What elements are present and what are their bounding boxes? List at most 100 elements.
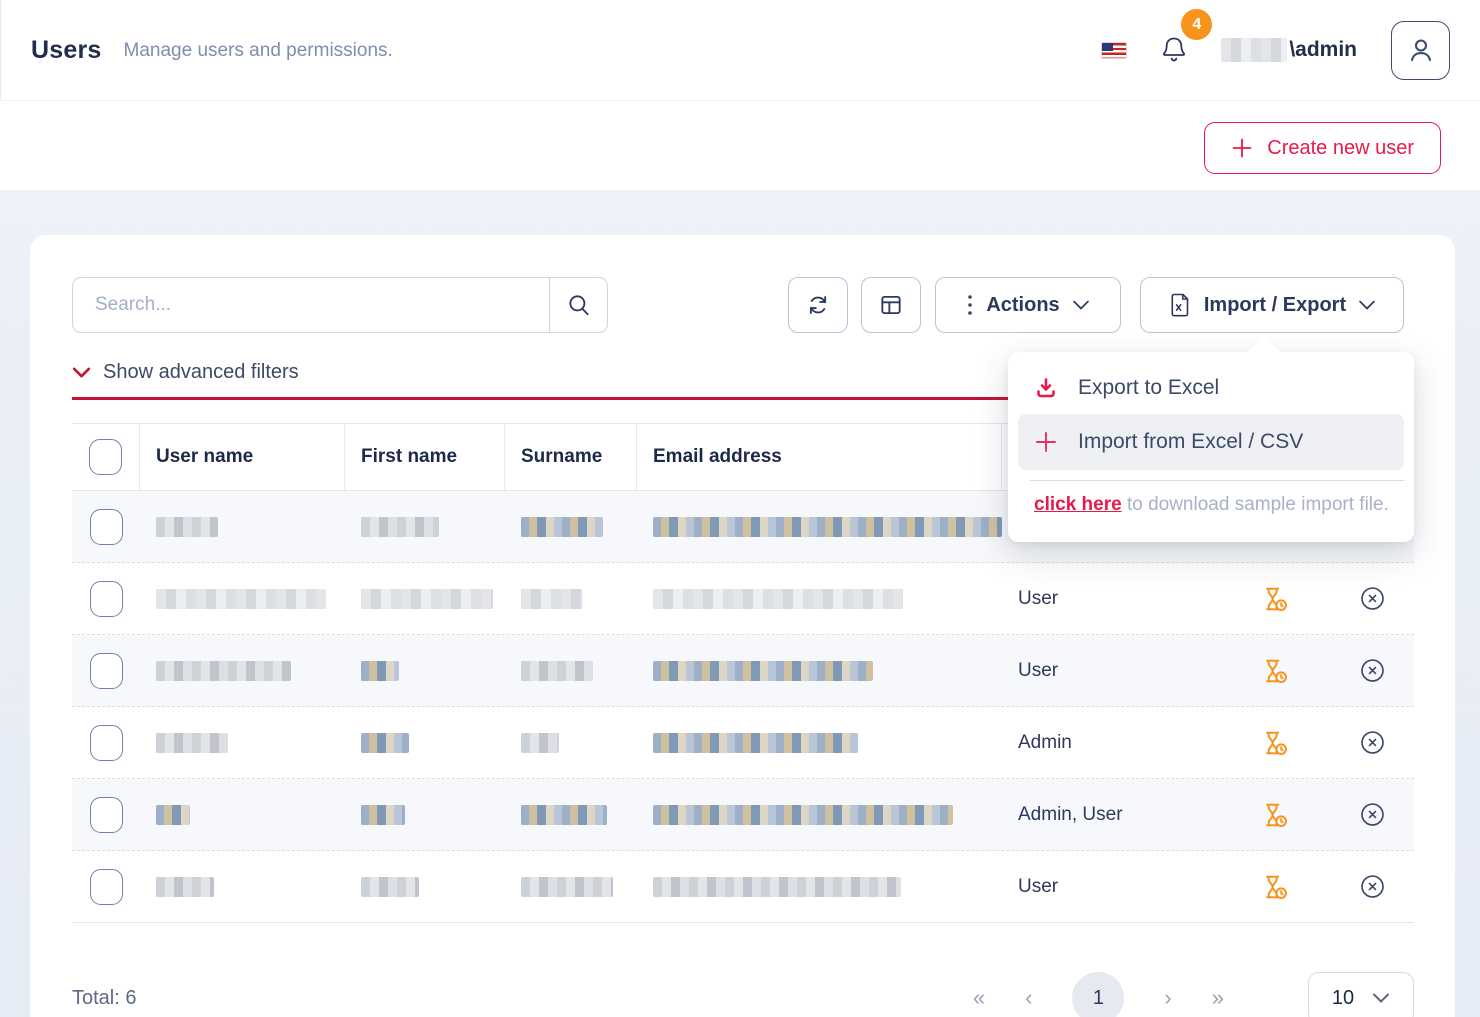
language-flag-icon[interactable] [1101,42,1127,59]
delete-circle-x-icon[interactable] [1359,873,1386,900]
expiry-hourglass-icon[interactable] [1261,801,1289,829]
table-row[interactable]: User [72,563,1414,635]
expiry-hourglass-icon[interactable] [1261,873,1289,901]
create-new-user-button[interactable]: Create new user [1204,122,1441,174]
redacted-surname [521,733,559,753]
redacted-surname [521,589,583,609]
role-value: User [1018,876,1058,898]
redacted-surname [521,517,603,537]
plus-icon [1231,137,1253,159]
row-checkbox[interactable] [90,509,123,545]
import-from-excel-menu-item[interactable]: Import from Excel / CSV [1018,414,1404,470]
username-text: \admin [1289,38,1357,62]
table-row[interactable]: User [72,851,1414,923]
columns-icon [878,292,904,318]
search-button[interactable] [549,278,607,332]
redacted-email [653,517,1002,537]
page-subtitle: Manage users and permissions. [124,40,393,62]
redacted-username [156,805,190,825]
notification-count-badge[interactable]: 4 [1181,9,1212,40]
role-value: Admin [1018,732,1072,754]
redacted-email [653,589,903,609]
last-page-button[interactable]: » [1212,985,1224,1011]
table-row[interactable]: Admin, User [72,779,1414,851]
redacted-surname [521,805,607,825]
expiry-hourglass-icon[interactable] [1261,657,1289,685]
column-firstname[interactable]: First name [345,424,505,490]
profile-menu-button[interactable] [1391,21,1450,80]
import-export-dropdown-button[interactable]: Import / Export [1140,277,1404,333]
role-value: User [1018,588,1058,610]
expiry-hourglass-icon[interactable] [1261,585,1289,613]
column-username[interactable]: User name [140,424,345,490]
export-to-excel-menu-item[interactable]: Export to Excel [1018,362,1404,414]
current-user-label[interactable]: \admin [1221,38,1357,62]
action-bar: Create new user [0,100,1480,190]
table-row[interactable]: Admin [72,707,1414,779]
redacted-surname [521,661,593,681]
redacted-email [653,661,873,681]
notifications-bell[interactable]: 4 [1161,35,1187,65]
import-from-excel-label: Import from Excel / CSV [1078,430,1303,454]
select-all-checkbox[interactable] [89,439,122,475]
next-page-button[interactable]: › [1164,985,1171,1011]
column-surname[interactable]: Surname [505,424,637,490]
column-email[interactable]: Email address [637,424,1002,490]
row-checkbox[interactable] [90,797,123,833]
person-icon [1406,35,1436,65]
redacted-email [653,733,858,753]
redacted-email [653,877,901,897]
actions-label: Actions [986,294,1059,317]
expiry-hourglass-icon[interactable] [1261,729,1289,757]
menu-divider [1030,480,1404,481]
delete-circle-x-icon[interactable] [1359,801,1386,828]
page-size-select[interactable]: 10 [1308,972,1414,1017]
redacted-username [156,733,228,753]
search-box [72,277,608,333]
delete-circle-x-icon[interactable] [1359,657,1386,684]
total-count: Total: 6 [72,987,136,1010]
page-size-value: 10 [1332,987,1354,1010]
actions-dropdown-button[interactable]: Actions [935,277,1121,333]
redacted-domain-name [1221,38,1287,62]
redacted-firstname [361,517,439,537]
top-bar: Users Manage users and permissions. 4 \a… [0,0,1480,100]
kebab-menu-icon [966,293,974,317]
bell-icon [1161,35,1187,65]
row-checkbox[interactable] [90,725,123,761]
sample-file-note-text: to download sample import file. [1122,494,1389,515]
first-page-button[interactable]: « [973,985,985,1011]
refresh-button[interactable] [788,277,848,333]
redacted-username [156,517,218,537]
chevron-down-icon [1358,299,1376,311]
import-export-menu: Export to Excel Import from Excel / CSV … [1008,352,1414,542]
role-value: Admin, User [1018,804,1123,826]
import-export-label: Import / Export [1204,294,1346,317]
redacted-email [653,805,953,825]
topbar-right: 4 \admin [1101,21,1450,80]
chevron-down-icon [72,366,91,379]
search-input[interactable] [73,278,549,332]
table-footer: Total: 6 « ‹ 1 › » 10 [72,970,1414,1017]
download-icon [1034,376,1058,400]
delete-circle-x-icon[interactable] [1359,729,1386,756]
row-checkbox[interactable] [90,653,123,689]
role-value: User [1018,660,1058,682]
show-advanced-filters-label: Show advanced filters [103,361,299,384]
chevron-down-icon [1372,992,1390,1004]
create-new-user-label: Create new user [1267,137,1414,160]
table-row[interactable]: User [72,635,1414,707]
export-to-excel-label: Export to Excel [1078,376,1219,400]
column-settings-button[interactable] [861,277,921,333]
show-advanced-filters-toggle[interactable]: Show advanced filters [72,361,299,384]
current-page-button[interactable]: 1 [1072,972,1124,1017]
row-checkbox[interactable] [90,581,123,617]
delete-circle-x-icon[interactable] [1359,585,1386,612]
click-here-link[interactable]: click here [1034,494,1122,515]
previous-page-button[interactable]: ‹ [1025,985,1032,1011]
row-checkbox[interactable] [90,869,123,905]
chevron-down-icon [1072,299,1090,311]
users-card: Actions Import / Export Show advanced fi… [30,235,1455,1017]
redacted-surname [521,877,613,897]
plus-icon [1034,430,1058,454]
